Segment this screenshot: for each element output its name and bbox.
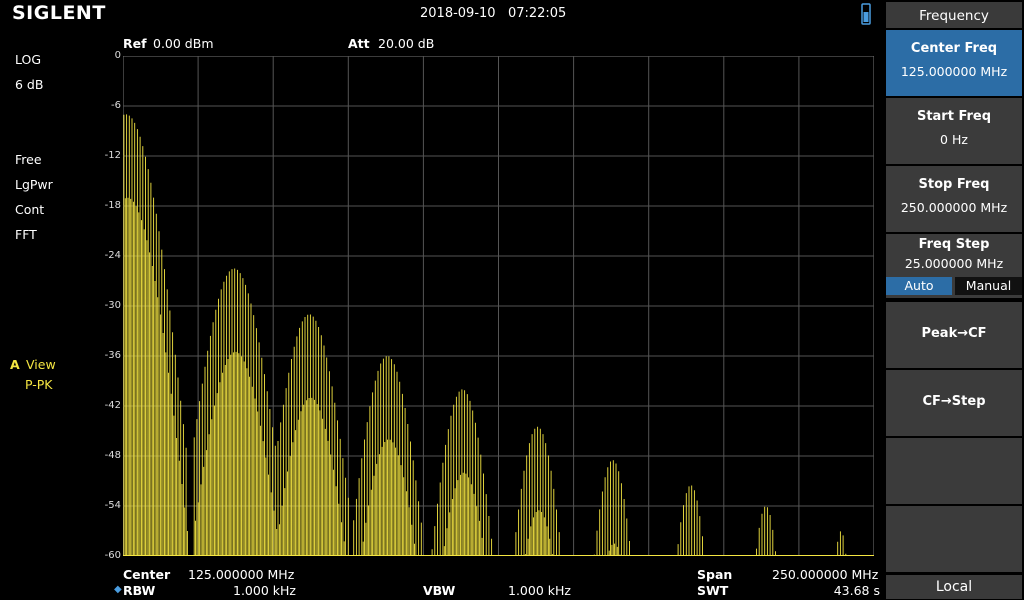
center-freq-label: Center Freq <box>910 41 998 56</box>
stop-freq-label: Stop Freq <box>918 177 990 192</box>
freq-step-value: 25.000000 MHz <box>904 256 1004 271</box>
empty-softkey-7[interactable] <box>886 438 1022 504</box>
usb-icon <box>861 3 871 25</box>
cf-to-step-label: CF→Step <box>922 394 986 409</box>
sweep-mode: Cont <box>15 202 45 217</box>
rbw-label: RBW <box>123 583 156 598</box>
vbw-value: 1.000 kHz <box>508 583 571 598</box>
y-tick-label: -24 <box>104 250 121 261</box>
swt-value: 43.68 s <box>833 583 880 598</box>
start-freq-label: Start Freq <box>916 109 992 124</box>
y-tick-label: -18 <box>104 200 121 211</box>
local-button[interactable]: Local <box>886 575 1022 599</box>
center-label: Center <box>123 567 171 582</box>
freq-step-manual-option[interactable]: Manual <box>955 277 1022 295</box>
trace-id: A <box>10 357 20 372</box>
att-value: 20.00 dB <box>378 36 435 51</box>
center-freq-value: 125.000000 MHz <box>900 64 1008 79</box>
start-freq-softkey[interactable]: Start Freq 0 Hz <box>886 98 1022 164</box>
detector-mode: P-PK <box>25 377 53 392</box>
vbw-label: VBW <box>423 583 456 598</box>
y-tick-label: -12 <box>104 150 121 161</box>
empty-softkey-8[interactable] <box>886 506 1022 572</box>
rbw-value: 1.000 kHz <box>233 583 296 598</box>
menu-title: Frequency <box>886 2 1022 28</box>
rbw-marker-icon: ◆ <box>114 584 122 595</box>
y-tick-label: -54 <box>104 500 121 511</box>
y-tick-label: -30 <box>104 300 121 311</box>
trace-mode: View <box>26 357 56 372</box>
spectrum-plot[interactable] <box>123 56 874 556</box>
sweep-type: FFT <box>15 227 37 242</box>
stop-freq-softkey[interactable]: Stop Freq 250.000000 MHz <box>886 166 1022 232</box>
trigger-mode: Free <box>15 152 42 167</box>
stop-freq-value: 250.000000 MHz <box>900 200 1008 215</box>
scale-div: 6 dB <box>15 77 44 92</box>
att-label: Att <box>348 36 370 51</box>
ref-label: Ref <box>123 36 147 51</box>
freq-step-label: Freq Step <box>918 237 990 252</box>
freq-step-auto-option[interactable]: Auto <box>886 277 952 295</box>
y-tick-label: -6 <box>111 100 121 111</box>
peak-to-cf-label: Peak→CF <box>921 326 987 341</box>
y-tick-label: -48 <box>104 450 121 461</box>
center-value: 125.000000 MHz <box>188 567 295 582</box>
siglent-logo: SIGLENT <box>12 2 106 24</box>
scale-type: LOG <box>15 52 42 67</box>
y-tick-label: 0 <box>114 50 121 61</box>
span-value: 250.000000 MHz <box>772 567 879 582</box>
span-label: Span <box>697 567 733 582</box>
swt-label: SWT <box>697 583 729 598</box>
y-tick-label: -36 <box>104 350 121 361</box>
datetime-display: 2018-09-10 07:22:05 <box>420 6 567 21</box>
y-tick-label: -60 <box>104 550 121 561</box>
ref-value: 0.00 dBm <box>153 36 214 51</box>
center-freq-softkey[interactable]: Center Freq 125.000000 MHz <box>886 30 1022 96</box>
cf-to-step-softkey[interactable]: CF→Step <box>886 370 1022 436</box>
avg-type: LgPwr <box>15 177 53 192</box>
peak-to-cf-softkey[interactable]: Peak→CF <box>886 302 1022 368</box>
start-freq-value: 0 Hz <box>940 132 968 147</box>
y-tick-label: -42 <box>104 400 121 411</box>
